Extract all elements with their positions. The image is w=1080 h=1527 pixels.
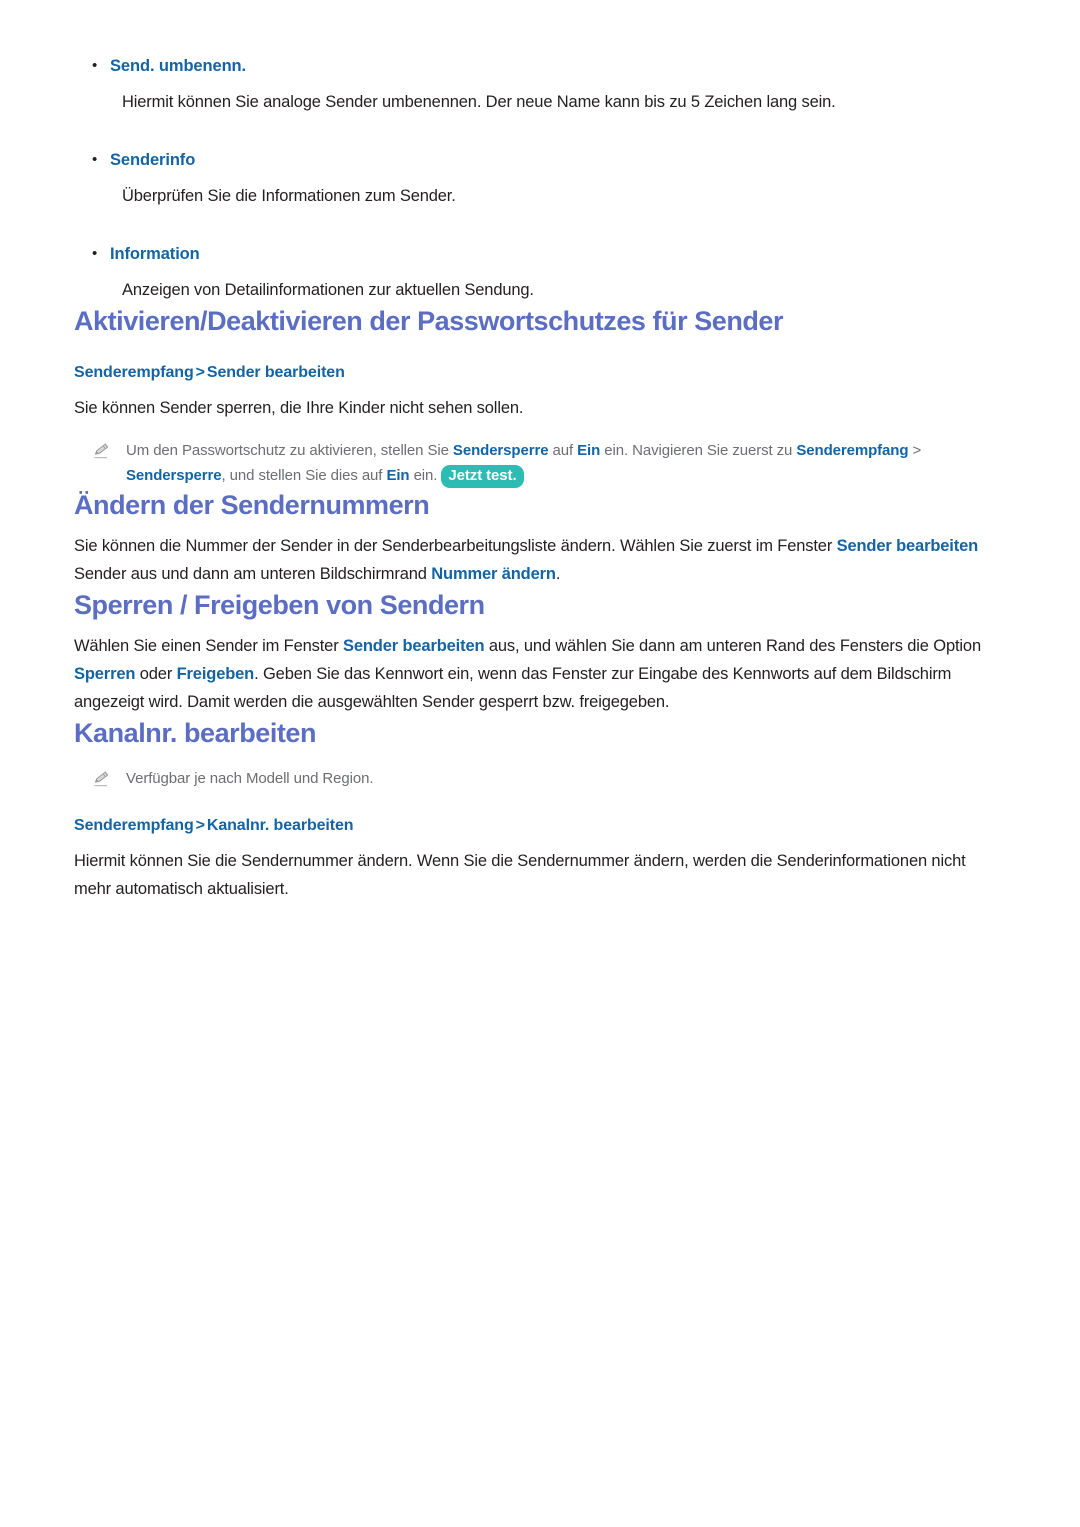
bullet-description-information: Anzeigen von Detailinformationen zur akt… (122, 281, 534, 299)
note-text-kanalnr: Verfügbar je nach Modell und Region. (126, 770, 374, 787)
paragraph-bold-freigeben: Freigeben (176, 665, 255, 683)
document-page: • Send. umbenenn. Hiermit können Sie ana… (0, 0, 1080, 1527)
try-now-badge[interactable]: Jetzt test. (441, 465, 524, 488)
list-item: • Information (74, 240, 1002, 268)
bullet-dot-icon: • (92, 57, 98, 74)
paragraph-part-1: Wählen Sie einen Sender im Fenster (74, 637, 343, 655)
list-item: • Senderinfo (74, 146, 1002, 174)
paragraph-bold-sender-bearbeiten: Sender bearbeiten (836, 537, 979, 555)
bullet-dot-icon: • (92, 151, 98, 168)
paragraph-part-3: oder (135, 665, 177, 683)
feature-bullet-list: • Send. umbenenn. Hiermit können Sie ana… (74, 52, 1002, 304)
note-bold-ein-1: Ein (577, 442, 601, 459)
paragraph-part-2: Sender aus und dann am unteren Bildschir… (74, 565, 432, 583)
paragraph-bold-nummer-aendern: Nummer ändern (431, 565, 556, 583)
note-kanalnr: Verfügbar je nach Modell und Region. (74, 766, 1002, 791)
paragraph-part-3: . (555, 565, 561, 583)
breadcrumb-item-sender-bearbeiten[interactable]: Sender bearbeiten (207, 364, 345, 381)
bullet-description-send-umbenenn: Hiermit können Sie analoge Sender umbene… (122, 93, 836, 111)
note-part-1: Um den Passwortschutz zu aktivieren, ste… (126, 442, 453, 459)
bullet-description-senderinfo: Überprüfen Sie die Informationen zum Sen… (122, 187, 456, 205)
note-bold-senderempfang: Senderempfang (796, 442, 909, 459)
breadcrumb-item-senderempfang[interactable]: Senderempfang (74, 364, 194, 381)
note-bold-ein-2: Ein (386, 467, 410, 484)
breadcrumb: Senderempfang > Sender bearbeiten (74, 360, 1002, 386)
list-item: • Send. umbenenn. (74, 52, 1002, 80)
note-text-passwortschutz: Um den Passwortschutz zu aktivieren, ste… (126, 438, 1002, 488)
paragraph-kanalnr: Hiermit können Sie die Sendernummer ände… (74, 852, 966, 898)
note-passwortschutz: Um den Passwortschutz zu aktivieren, ste… (74, 438, 1002, 488)
paragraph-passwortschutz-intro: Sie können Sender sperren, die Ihre Kind… (74, 399, 524, 417)
paragraph-part-2: aus, und wählen Sie dann am unteren Rand… (484, 637, 981, 655)
section-title-passwortschutz: Aktivieren/Deaktivieren der Passwortschu… (74, 306, 784, 336)
breadcrumb-separator: > (195, 817, 205, 834)
paragraph-sperren-freigeben: Wählen Sie einen Sender im Fenster Sende… (74, 632, 1002, 716)
note-part-5: , und stellen Sie dies auf (221, 467, 387, 484)
paragraph-sendernummern: Sie können die Nummer der Sender in der … (74, 532, 1002, 588)
paragraph-part-1: Sie können die Nummer der Sender in der … (74, 537, 837, 555)
bullet-label-send-umbenenn: Send. umbenenn. (110, 57, 247, 75)
breadcrumb: Senderempfang > Kanalnr. bearbeiten (74, 813, 1002, 839)
bullet-label-information: Information (110, 245, 200, 263)
note-part-3: ein. Navigieren Sie zuerst zu (600, 442, 797, 459)
section-title-kanalnr-bearbeiten: Kanalnr. bearbeiten (74, 718, 317, 748)
note-part-2: auf (548, 442, 578, 459)
bullet-dot-icon: • (92, 245, 98, 262)
note-bold-sendersperre-1: Sendersperre (452, 442, 549, 459)
note-part-6: ein. (409, 467, 442, 484)
pencil-icon (92, 438, 126, 460)
paragraph-bold-sender-bearbeiten: Sender bearbeiten (342, 637, 485, 655)
breadcrumb-item-kanalnr-bearbeiten[interactable]: Kanalnr. bearbeiten (207, 817, 354, 834)
section-title-sendernummern: Ändern der Sendernummern (74, 490, 430, 520)
note-bold-sendersperre-2: Sendersperre (126, 467, 222, 484)
paragraph-bold-sperren: Sperren (74, 665, 136, 683)
note-part-4: > (908, 442, 922, 459)
section-title-sperren-freigeben: Sperren / Freigeben von Sendern (74, 590, 485, 620)
breadcrumb-separator: > (195, 364, 205, 381)
pencil-icon (92, 766, 126, 788)
breadcrumb-item-senderempfang[interactable]: Senderempfang (74, 817, 194, 834)
bullet-label-senderinfo: Senderinfo (110, 151, 196, 169)
